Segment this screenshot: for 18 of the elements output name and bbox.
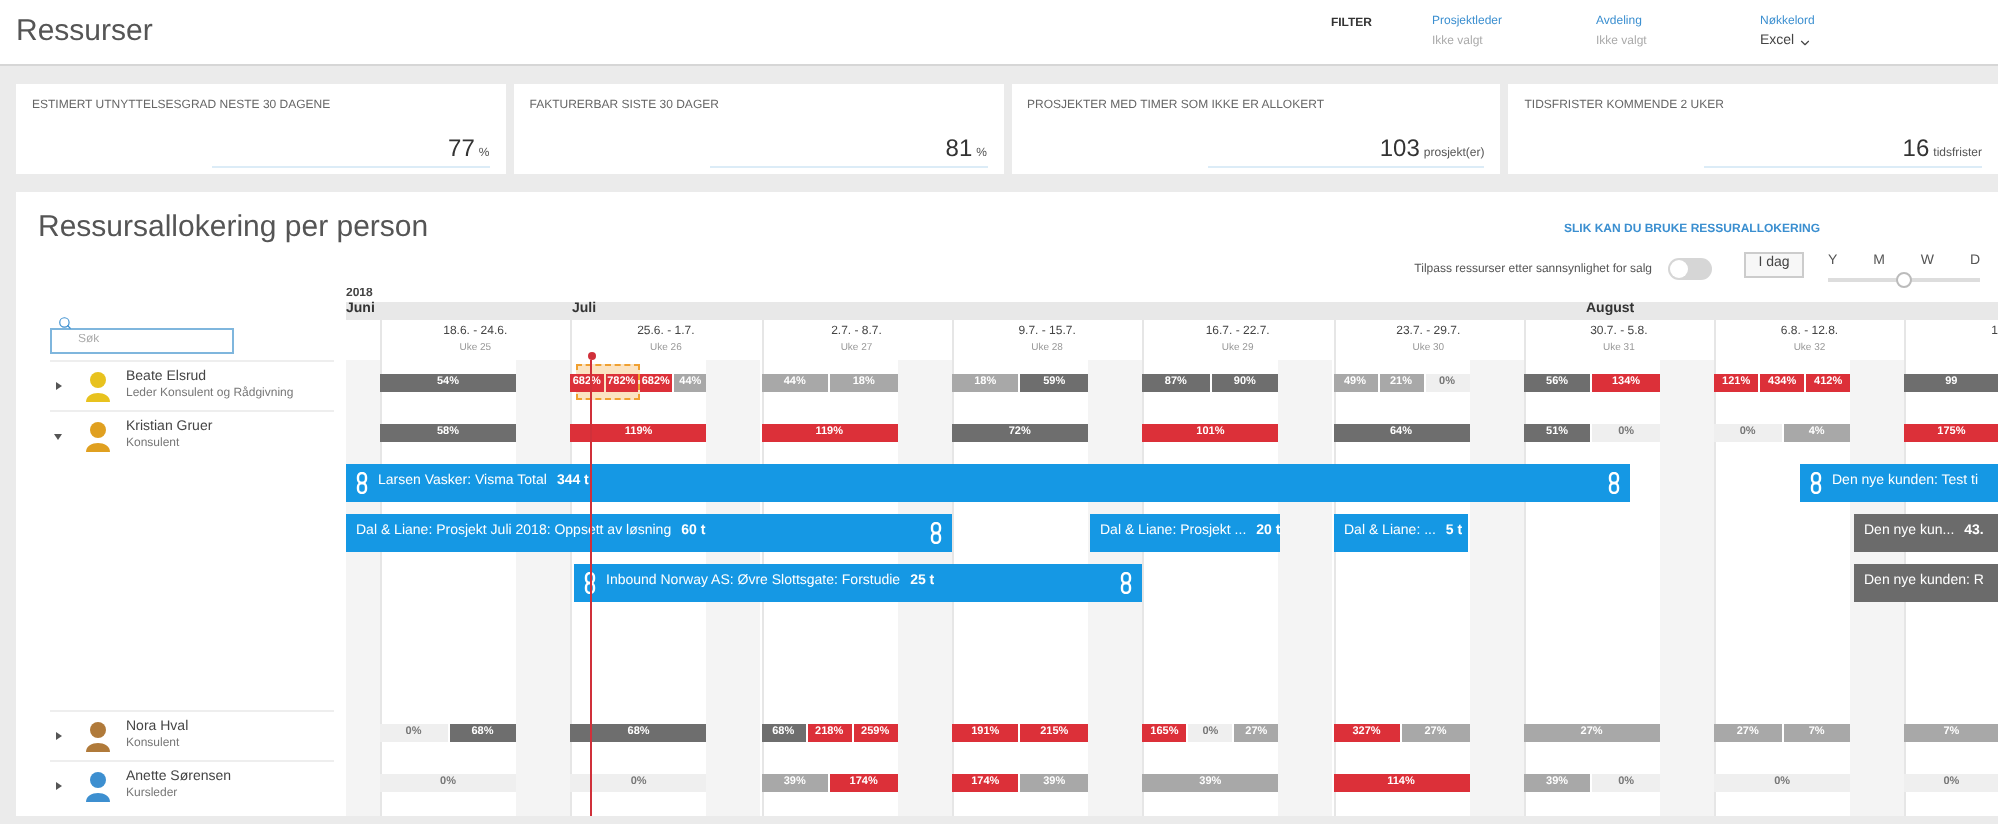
zoom-slider[interactable] [1828,272,1980,288]
expand-caret-icon[interactable] [54,382,62,390]
section-title: Ressursallokering per person [38,208,429,248]
avatar-icon [84,720,112,752]
avatar-icon [84,770,112,802]
expand-caret-icon[interactable] [54,432,62,440]
chevron-down-icon [1798,35,1813,49]
toggle-switch[interactable] [1668,258,1712,280]
page-title: Ressurser [16,11,153,52]
avatar-icon [84,370,112,402]
kpi-value: 103 [1379,132,1420,166]
avatar-icon [84,420,112,452]
search-icon [58,316,72,330]
kpi-value: 81 [945,132,973,166]
kpi-value: 77 [448,132,475,166]
expand-caret-icon[interactable] [54,782,62,790]
kpi-value: 16 [1902,132,1930,166]
expand-caret-icon[interactable] [54,732,62,740]
